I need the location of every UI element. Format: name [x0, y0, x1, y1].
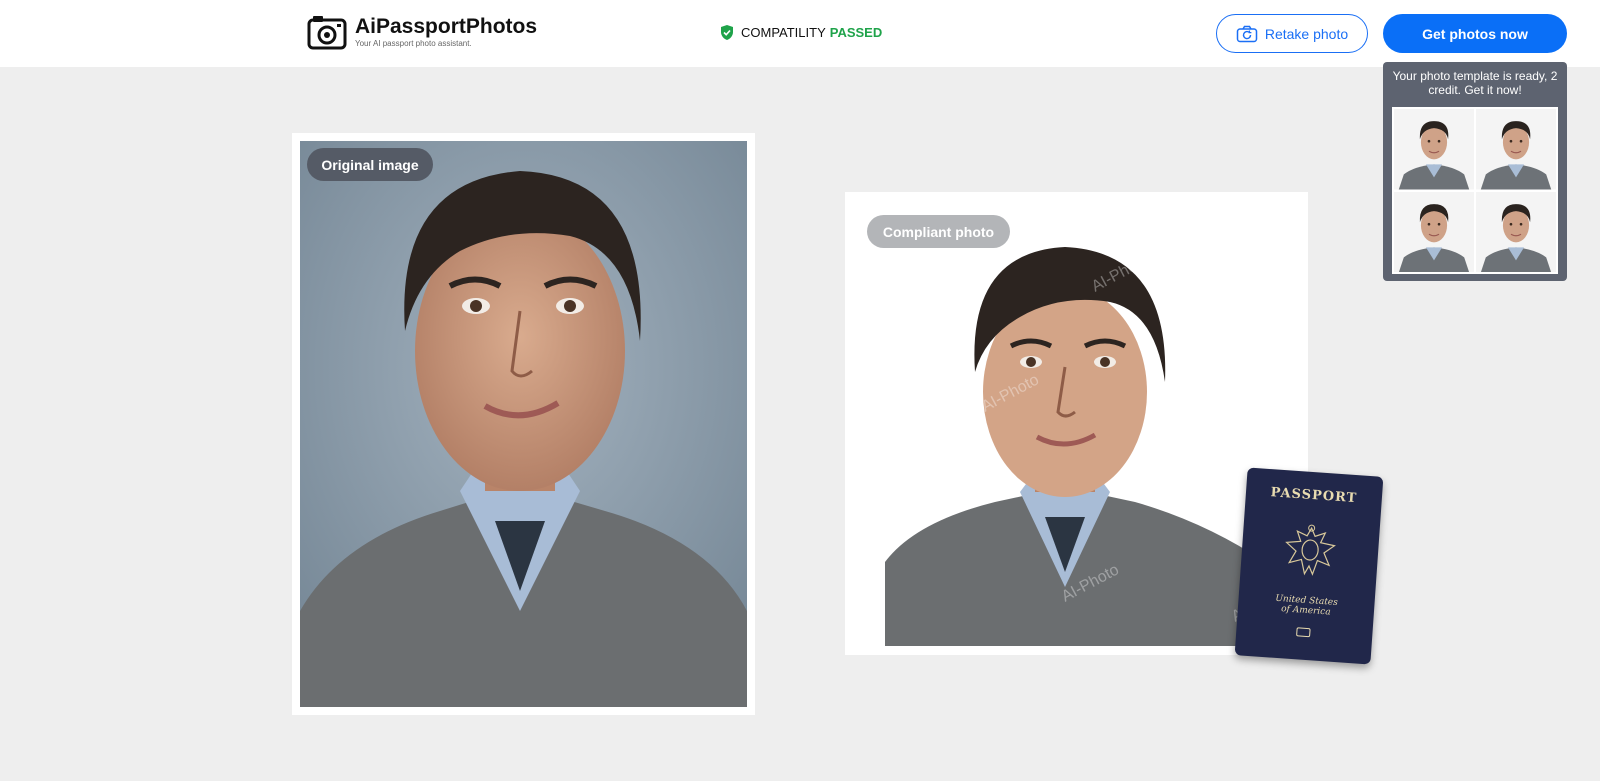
compliant-photo: AI-PhotoAI-PhotoAI-PhotoAI-PhotoAI-Photo	[885, 232, 1265, 646]
get-photos-label: Get photos now	[1422, 25, 1528, 42]
compat-passed: PASSED	[829, 25, 883, 40]
template-photo	[1394, 191, 1474, 272]
template-photo	[1394, 109, 1474, 190]
popup-message: Your photo template is ready, 2 credit. …	[1392, 69, 1558, 97]
brand-tagline: Your AI passport photo assistant.	[355, 38, 472, 48]
retake-label: Retake photo	[1264, 25, 1349, 42]
brand-logo[interactable]: AiPassportPhotos Your AI passport photo …	[307, 14, 537, 50]
retake-photo-button[interactable]: Retake photo	[1216, 14, 1368, 53]
passport-illustration: PASSPORT United States of America	[1234, 467, 1384, 665]
get-photos-button[interactable]: Get photos now	[1383, 14, 1567, 53]
compat-label: COMPATILITY	[741, 25, 826, 40]
template-photo	[1476, 109, 1556, 190]
original-image-card: Original image	[292, 133, 755, 715]
passport-chip-icon	[1296, 627, 1311, 638]
original-image-label: Original image	[307, 148, 433, 181]
template-popup[interactable]: Your photo template is ready, 2 credit. …	[1383, 62, 1567, 281]
passport-title: PASSPORT	[1270, 485, 1358, 507]
top-header: AiPassportPhotos Your AI passport photo …	[0, 0, 1600, 67]
original-photo	[300, 141, 747, 707]
camera-refresh-icon	[1236, 25, 1258, 42]
compliant-photo-label: Compliant photo	[867, 215, 1010, 248]
compatibility-status: COMPATILITY PASSED	[719, 24, 882, 41]
camera-logo-icon	[307, 16, 347, 50]
shield-check-icon	[721, 25, 733, 40]
eagle-seal-icon	[1285, 524, 1336, 576]
template-preview-grid	[1392, 107, 1558, 274]
brand-name: AiPassportPhotos	[355, 14, 538, 38]
template-photo	[1476, 191, 1556, 272]
